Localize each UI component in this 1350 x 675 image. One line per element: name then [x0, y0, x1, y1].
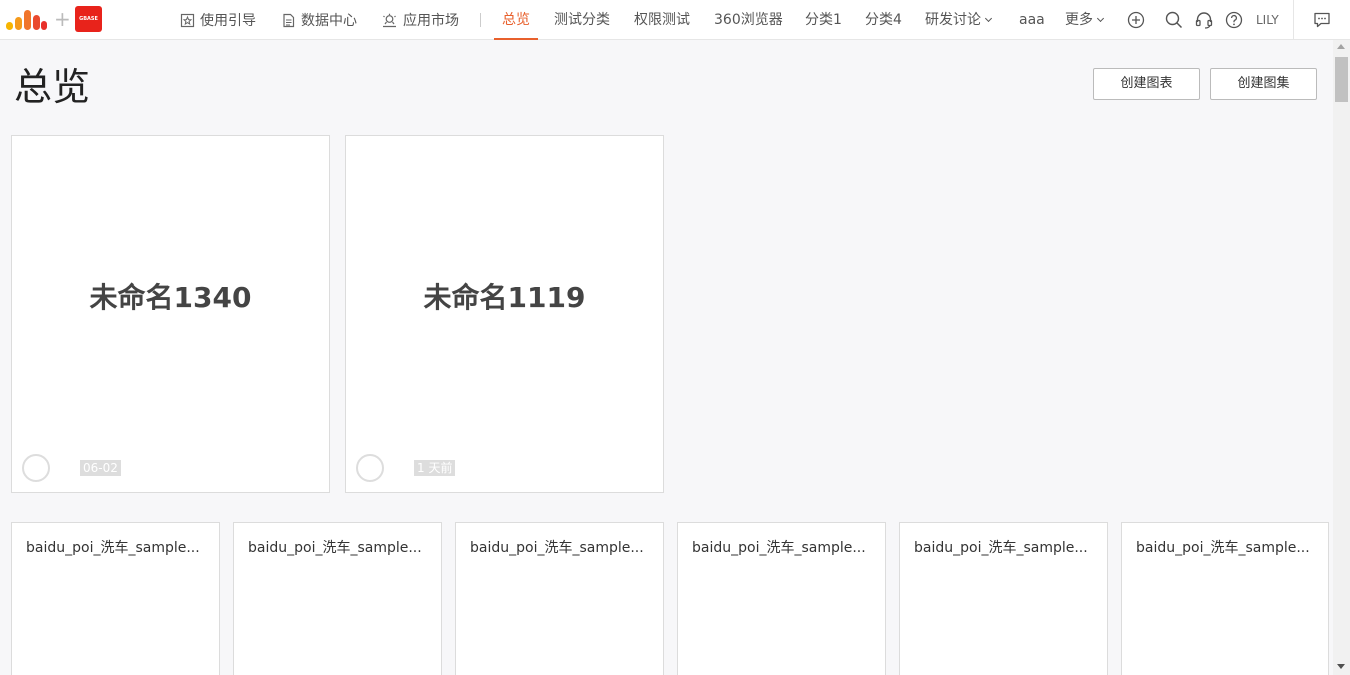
vertical-scrollbar[interactable]: [1333, 40, 1350, 675]
bar-logo-icon[interactable]: [6, 8, 48, 30]
tab-permission-test[interactable]: 权限测试: [634, 0, 690, 40]
chart-card[interactable]: baidu_poi_洗车_sample...: [455, 522, 664, 675]
nav-link-data-center[interactable]: 数据中心: [281, 0, 357, 40]
tab-rd-discussion[interactable]: 研发讨论: [925, 0, 993, 40]
scroll-down-arrow-icon[interactable]: [1337, 664, 1345, 669]
star-doc-icon: [180, 13, 195, 27]
create-chart-button[interactable]: 创建图表: [1093, 68, 1200, 100]
chart-card[interactable]: baidu_poi_洗车_sample...: [11, 522, 220, 675]
dashboard-card[interactable]: 未命名1119 1 天前: [345, 135, 664, 493]
chart-card[interactable]: baidu_poi_洗车_sample...: [1121, 522, 1329, 675]
divider: [1293, 0, 1294, 40]
card-title: 未命名1340: [89, 281, 252, 314]
chart-card-title: baidu_poi_洗车_sample...: [1136, 540, 1310, 556]
select-radio[interactable]: [22, 454, 50, 482]
tab-aaa[interactable]: aaa: [1019, 0, 1045, 40]
card-title: 未命名1119: [423, 281, 586, 314]
chart-card-title: baidu_poi_洗车_sample...: [692, 540, 866, 556]
chat-icon[interactable]: [1312, 10, 1332, 30]
nav-divider: [480, 13, 481, 27]
chevron-down-icon: [1096, 14, 1105, 23]
chart-card[interactable]: baidu_poi_洗车_sample...: [677, 522, 886, 675]
page-title: 总览: [14, 65, 91, 109]
dashboard-card[interactable]: 未命名1340 06-02: [11, 135, 330, 493]
tab-overview[interactable]: 总览: [494, 0, 538, 40]
tab-test-category[interactable]: 测试分类: [554, 0, 610, 40]
user-name[interactable]: LILY: [1256, 0, 1279, 40]
tab-label: 更多: [1065, 12, 1093, 28]
top-navbar: + GBASE 使用引导 数据中心 应用市场 总览 测试分类 权限测试 360浏…: [0, 0, 1350, 40]
app-market-icon: [383, 13, 396, 27]
card-date: 06-02: [80, 460, 121, 476]
nav-link-label: 使用引导: [200, 13, 256, 29]
nav-link-label: 应用市场: [403, 13, 459, 29]
tab-360-browser[interactable]: 360浏览器: [714, 0, 783, 40]
tab-label: 研发讨论: [925, 12, 981, 28]
chart-card-title: baidu_poi_洗车_sample...: [248, 540, 422, 556]
document-icon: [283, 13, 295, 27]
chevron-down-icon: [984, 14, 993, 23]
nav-link-app-market[interactable]: 应用市场: [381, 0, 459, 40]
plus-circle-icon[interactable]: [1126, 10, 1146, 30]
tab-more[interactable]: 更多: [1065, 0, 1105, 40]
nav-link-guide[interactable]: 使用引导: [180, 0, 256, 40]
chart-card[interactable]: baidu_poi_洗车_sample...: [899, 522, 1108, 675]
scroll-thumb[interactable]: [1335, 57, 1348, 102]
scroll-up-arrow-icon[interactable]: [1337, 44, 1345, 49]
chart-card-title: baidu_poi_洗车_sample...: [470, 540, 644, 556]
nav-link-label: 数据中心: [301, 13, 357, 29]
headset-icon[interactable]: [1194, 10, 1214, 30]
chart-card[interactable]: baidu_poi_洗车_sample...: [233, 522, 442, 675]
create-gallery-button[interactable]: 创建图集: [1210, 68, 1317, 100]
search-icon[interactable]: [1164, 10, 1184, 30]
select-radio[interactable]: [356, 454, 384, 482]
gbase-logo[interactable]: GBASE: [75, 6, 102, 32]
plus-icon: +: [54, 7, 71, 31]
chart-card-title: baidu_poi_洗车_sample...: [26, 540, 200, 556]
help-icon[interactable]: [1224, 10, 1244, 30]
tab-category-4[interactable]: 分类4: [865, 0, 902, 40]
tab-category-1[interactable]: 分类1: [805, 0, 842, 40]
card-date: 1 天前: [414, 460, 456, 476]
chart-card-title: baidu_poi_洗车_sample...: [914, 540, 1088, 556]
